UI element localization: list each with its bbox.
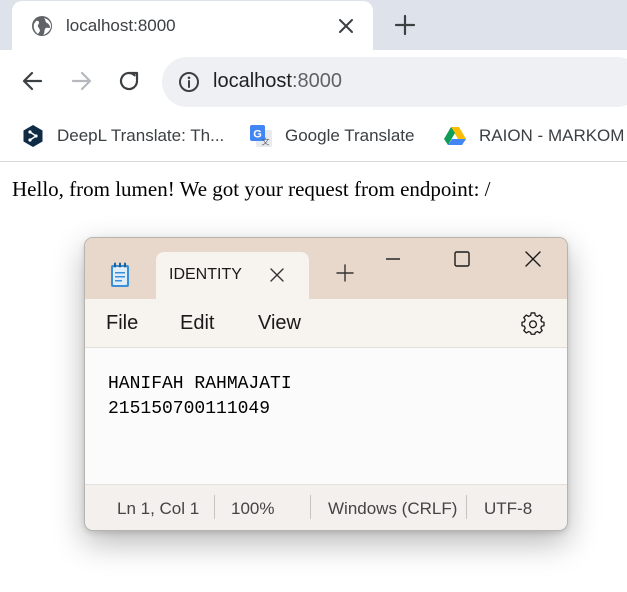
notepad-tab[interactable]: IDENTITY bbox=[156, 252, 309, 299]
text-line: 215150700111049 bbox=[108, 399, 271, 419]
menu-edit[interactable]: Edit bbox=[180, 312, 214, 335]
bookmark-raion-markom[interactable]: RAION - MARKOM bbox=[443, 123, 624, 149]
google-drive-icon bbox=[444, 127, 466, 145]
globe-icon bbox=[32, 16, 52, 36]
back-arrow-icon[interactable] bbox=[20, 68, 46, 94]
menu-view[interactable]: View bbox=[258, 312, 301, 335]
line-ending: Windows (CRLF) bbox=[328, 499, 458, 518]
bookmark-deepl[interactable]: DeepL Translate: Th... bbox=[21, 123, 224, 149]
settings-gear-icon[interactable] bbox=[521, 312, 545, 336]
menu-file[interactable]: File bbox=[106, 312, 138, 335]
page-response-text: Hello, from lumen! We got your request f… bbox=[12, 177, 491, 201]
browser-tab-strip: localhost:8000 bbox=[0, 0, 627, 50]
bookmark-label: Google Translate bbox=[285, 126, 415, 145]
status-divider bbox=[310, 495, 311, 519]
google-translate-icon: G 文 bbox=[250, 125, 272, 147]
encoding: UTF-8 bbox=[484, 499, 533, 518]
new-tab-icon[interactable] bbox=[393, 13, 417, 37]
notepad-status-bar: Ln 1, Col 1 100% Windows (CRLF) UTF-8 bbox=[85, 484, 567, 530]
site-info-icon[interactable] bbox=[178, 71, 200, 93]
status-divider bbox=[466, 495, 467, 519]
close-tab-icon[interactable] bbox=[268, 266, 286, 284]
tab-title: localhost:8000 bbox=[66, 16, 176, 35]
maximize-icon[interactable] bbox=[451, 248, 473, 270]
close-tab-icon[interactable] bbox=[335, 15, 357, 37]
text-line: HANIFAH RAHMAJATI bbox=[108, 374, 292, 394]
forward-arrow-icon[interactable] bbox=[68, 68, 94, 94]
bookmark-label: RAION - MARKOM bbox=[479, 126, 625, 145]
cursor-position: Ln 1, Col 1 bbox=[117, 499, 200, 518]
address-bar[interactable]: localhost:8000 bbox=[162, 57, 627, 107]
close-window-icon[interactable] bbox=[522, 248, 544, 270]
notepad-tab-title: IDENTITY bbox=[169, 266, 242, 283]
reload-icon[interactable] bbox=[116, 68, 142, 94]
bookmark-label: DeepL Translate: Th... bbox=[57, 126, 225, 145]
bookmarks-bar: DeepL Translate: Th... G 文 Google Transl… bbox=[0, 112, 627, 162]
bookmark-google-translate[interactable]: G 文 Google Translate bbox=[249, 123, 414, 149]
address-host: localhost bbox=[213, 70, 292, 92]
zoom-level: 100% bbox=[231, 499, 275, 518]
browser-tab[interactable]: localhost:8000 bbox=[12, 1, 373, 50]
address-port: :8000 bbox=[291, 70, 342, 92]
svg-text:G: G bbox=[253, 129, 262, 141]
status-divider bbox=[214, 495, 215, 519]
address-text: localhost:8000 bbox=[213, 70, 342, 93]
browser-toolbar: localhost:8000 bbox=[0, 50, 627, 112]
notepad-title-bar[interactable]: IDENTITY bbox=[85, 238, 567, 299]
minimize-icon[interactable] bbox=[382, 248, 404, 270]
svg-text:文: 文 bbox=[262, 137, 270, 147]
deepl-icon bbox=[23, 125, 43, 147]
notepad-window: IDENTITY File Edit View HANIFAH RAHMAJAT… bbox=[84, 237, 568, 531]
notepad-text-area[interactable]: HANIFAH RAHMAJATI 215150700111049 bbox=[85, 348, 567, 484]
notepad-menu-bar: File Edit View bbox=[85, 299, 567, 348]
notepad-app-icon bbox=[111, 262, 129, 287]
new-tab-icon[interactable] bbox=[336, 264, 354, 282]
